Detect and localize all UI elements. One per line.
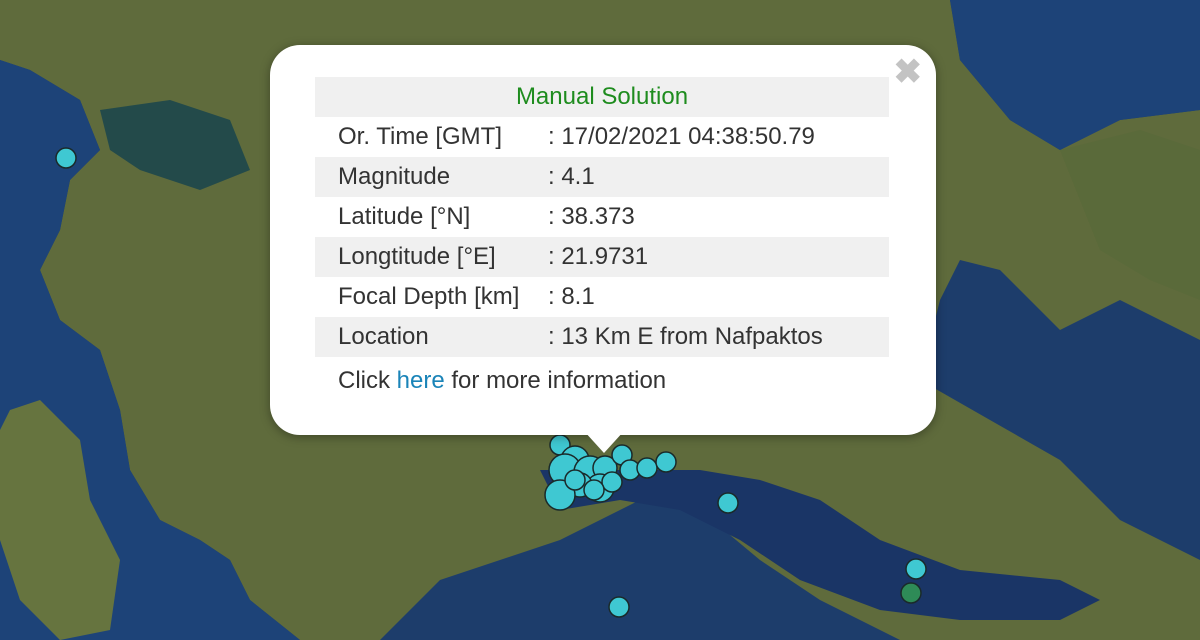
info-row-magnitude: Magnitude: 4.1 [315,157,889,197]
more-info-link[interactable]: here [397,367,445,394]
row-value: : 13 Km E from Nafpaktos [548,317,889,357]
info-row-latitude: Latitude [°N] : 38.373 [315,197,889,237]
earthquake-marker[interactable] [583,479,605,501]
close-icon[interactable]: ✖ [894,55,923,89]
earthquake-marker[interactable] [655,451,677,473]
more-info-text: Click here for more information [338,367,666,395]
earthquake-marker[interactable] [636,457,658,479]
row-label: Longtitude [°E] [315,237,548,277]
row-value: : 21.9731 [548,237,889,277]
earthquake-marker[interactable] [717,492,739,514]
info-row-location: Location: 13 Km E from Nafpaktos [315,317,889,357]
earthquake-marker[interactable] [601,471,623,493]
row-value: : 4.1 [548,157,889,197]
info-row-longitude: Longtitude [°E]: 21.9731 [315,237,889,277]
earthquake-marker[interactable] [900,582,922,604]
earthquake-marker[interactable] [905,558,927,580]
earthquake-marker[interactable] [55,147,77,169]
info-row-origin-time: Or. Time [GMT] : 17/02/2021 04:38:50.79 [315,117,889,157]
row-label: Magnitude [315,157,548,197]
more-suffix: for more information [444,367,667,394]
row-value: : 38.373 [548,203,635,230]
popup-pointer [584,431,624,453]
earthquake-marker[interactable] [564,469,586,491]
row-value: : 17/02/2021 04:38:50.79 [548,123,815,150]
row-label: Latitude [°N] [338,203,471,230]
more-prefix: Click [338,367,397,394]
earthquake-popup: ✖ Manual Solution Or. Time [GMT] : 17/02/… [270,45,936,453]
row-label: Location [315,317,548,357]
row-label: Focal Depth [km] [338,283,520,310]
row-value: : 8.1 [548,283,595,310]
earthquake-info-table: Manual Solution Or. Time [GMT] : 17/02/20… [315,77,889,357]
popup-title: Manual Solution [315,77,889,117]
earthquake-marker[interactable] [608,596,630,618]
row-label: Or. Time [GMT] [338,123,503,150]
info-row-focal-depth: Focal Depth [km] : 8.1 [315,277,889,317]
